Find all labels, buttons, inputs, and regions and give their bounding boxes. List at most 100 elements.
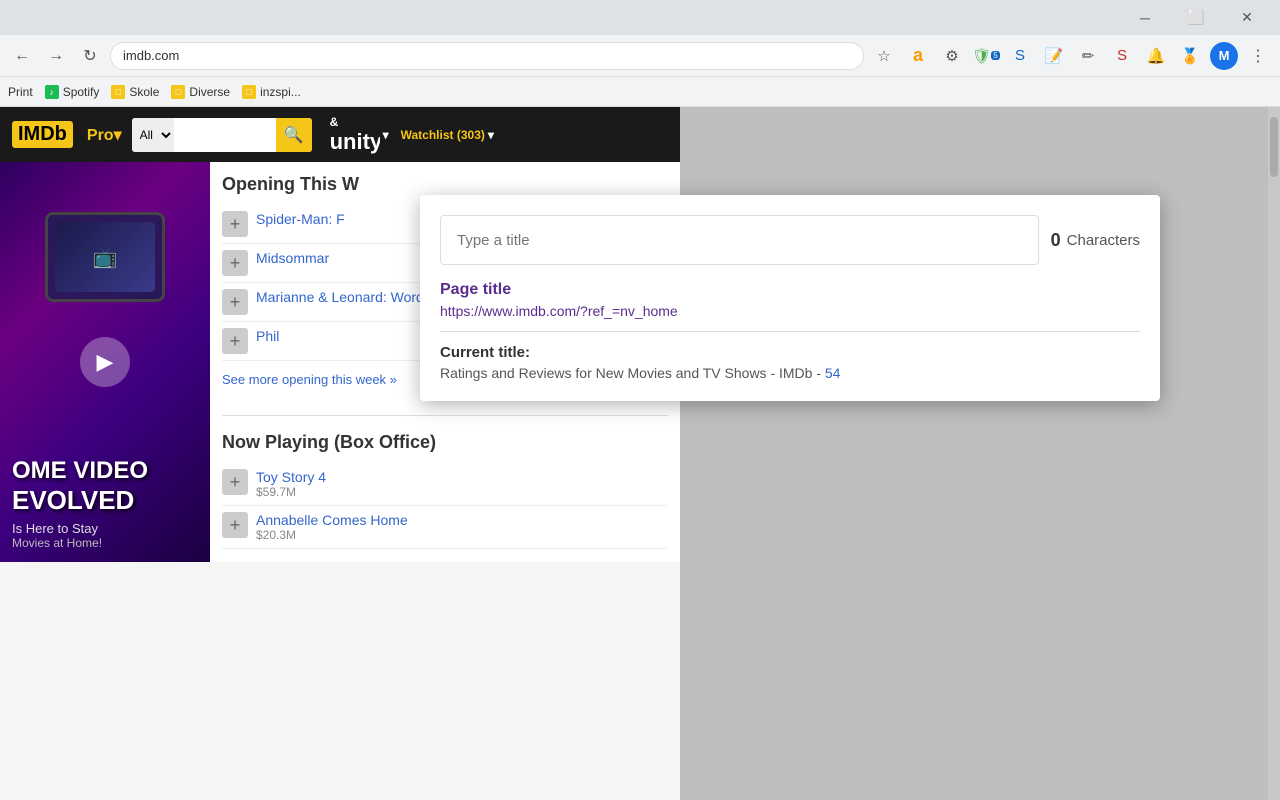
- imdb-header: IMDb Pro▾ All 🔍 &unity ▾: [0, 107, 680, 162]
- playing-info-0: Toy Story 4 $59.7M: [256, 469, 326, 499]
- imdb-search-select[interactable]: All: [132, 118, 174, 152]
- scrollbar[interactable]: [1268, 107, 1280, 800]
- page-title-section: Page title https://www.imdb.com/?ref_=nv…: [440, 281, 1140, 319]
- menu-button[interactable]: ⋮: [1244, 42, 1272, 70]
- watchlist-arrow: ▾: [488, 128, 494, 142]
- shield-extension-icon[interactable]: 🛡5: [972, 42, 1000, 70]
- playing-price-0: $59.7M: [256, 485, 326, 499]
- inzspi-icon: □: [242, 85, 256, 99]
- imdb-pro-text: Pro: [87, 127, 114, 144]
- hero-title-line2: EVOLVED: [12, 487, 198, 513]
- add-playing-btn-1[interactable]: +: [222, 512, 248, 538]
- playing-title-0[interactable]: Toy Story 4: [256, 469, 326, 485]
- tv-icon: 📺: [93, 245, 118, 270]
- hero-image: 📺 ▶ OME VIDEO EVOLVED Is Here to Stay Mo…: [0, 162, 210, 562]
- title-input[interactable]: [440, 215, 1039, 265]
- spotify-label: Spotify: [63, 85, 100, 99]
- inzspi-label: inzspi...: [260, 85, 301, 99]
- watchlist-label: Watchlist (303): [401, 128, 485, 142]
- imdb-community-nav[interactable]: &unity ▾: [330, 115, 389, 155]
- star-icon[interactable]: ☆: [870, 42, 898, 70]
- imdb-watchlist-nav[interactable]: Watchlist (303) ▾: [401, 128, 494, 142]
- skole-label: Skole: [129, 85, 159, 99]
- tv-container: 📺: [45, 192, 165, 317]
- movie-info-3: Phil: [256, 328, 279, 344]
- back-button[interactable]: ←: [8, 42, 36, 70]
- spotify-icon: ♪: [45, 85, 59, 99]
- current-title-char-count: 54: [825, 365, 841, 381]
- current-title-text: Ratings and Reviews for New Movies and T…: [440, 365, 825, 381]
- current-title-label: Current title:: [440, 344, 1140, 361]
- add-movie-btn-2[interactable]: +: [222, 289, 248, 315]
- add-movie-btn-3[interactable]: +: [222, 328, 248, 354]
- char-count-number: 0: [1051, 230, 1061, 251]
- user-avatar[interactable]: M: [1210, 42, 1238, 70]
- imdb-nav: &unity ▾ Watchlist (303) ▾: [330, 115, 494, 155]
- section-divider: [222, 415, 668, 416]
- diverse-label: Diverse: [189, 85, 230, 99]
- characters-label: Characters: [1067, 232, 1140, 249]
- pencil-extension-icon[interactable]: 📝: [1040, 42, 1068, 70]
- imdb-pro-label: Pro▾: [87, 125, 122, 145]
- imdb-search-bar[interactable]: All 🔍: [132, 118, 312, 152]
- address-bar[interactable]: imdb.com: [110, 42, 864, 70]
- movie-info-0: Spider-Man: F: [256, 211, 345, 227]
- skole-icon: □: [111, 85, 125, 99]
- current-title-value: Ratings and Reviews for New Movies and T…: [440, 365, 1140, 381]
- bell-extension-icon[interactable]: 🔔: [1142, 42, 1170, 70]
- page-url[interactable]: https://www.imdb.com/?ref_=nv_home: [440, 303, 1140, 319]
- page-title-label: Page title: [440, 281, 1140, 299]
- hero-title-line1: OME VIDEO: [12, 459, 198, 483]
- playing-item-1: + Annabelle Comes Home $20.3M: [222, 506, 668, 549]
- bookmark-diverse[interactable]: □ Diverse: [171, 85, 230, 99]
- playing-item-0: + Toy Story 4 $59.7M: [222, 463, 668, 506]
- edit-extension-icon[interactable]: ✏: [1074, 42, 1102, 70]
- print-label: Print: [8, 85, 33, 99]
- unity-text: unity: [330, 129, 380, 154]
- title-editor-popup: 0 Characters Page title https://www.imdb…: [420, 195, 1160, 401]
- scrollbar-thumb[interactable]: [1270, 117, 1278, 177]
- bookmarks-bar: Print ♪ Spotify □ Skole □ Diverse □ inzs…: [0, 77, 1280, 107]
- red-s-extension-icon[interactable]: S: [1108, 42, 1136, 70]
- close-button[interactable]: ✕: [1224, 0, 1270, 35]
- gear-icon[interactable]: ⚙: [938, 42, 966, 70]
- char-count-display: 0 Characters: [1051, 230, 1140, 251]
- now-playing-title: Now Playing (Box Office): [222, 432, 668, 453]
- add-playing-btn-0[interactable]: +: [222, 469, 248, 495]
- minimize-button[interactable]: ─: [1122, 0, 1168, 35]
- maximize-button[interactable]: ⬜: [1173, 0, 1219, 35]
- content-area: IMDb Pro▾ All 🔍 &unity ▾: [0, 107, 1280, 800]
- title-bar: ─ ⬜ ✕: [0, 0, 1280, 35]
- hero-sub1: Is Here to Stay: [12, 521, 198, 536]
- nav-arrow-0: ▾: [383, 128, 389, 142]
- nav-item-label-0: &unity: [330, 115, 380, 155]
- playing-price-1: $20.3M: [256, 528, 408, 542]
- hero-sub2: Movies at Home!: [12, 536, 198, 550]
- s-extension-icon[interactable]: S: [1006, 42, 1034, 70]
- add-movie-btn-0[interactable]: +: [222, 211, 248, 237]
- current-title-section: Current title: Ratings and Reviews for N…: [440, 344, 1140, 381]
- bookmark-skole[interactable]: □ Skole: [111, 85, 159, 99]
- input-row: 0 Characters: [440, 215, 1140, 265]
- movie-title-3[interactable]: Phil: [256, 328, 279, 344]
- add-movie-btn-1[interactable]: +: [222, 250, 248, 276]
- popup-divider: [440, 331, 1140, 332]
- medal-extension-icon[interactable]: 🏅: [1176, 42, 1204, 70]
- amazon-icon[interactable]: a: [904, 42, 932, 70]
- left-panel: 📺 ▶ OME VIDEO EVOLVED Is Here to Stay Mo…: [0, 162, 210, 562]
- playing-info-1: Annabelle Comes Home $20.3M: [256, 512, 408, 542]
- tv-screen: 📺: [55, 222, 155, 292]
- playing-title-1[interactable]: Annabelle Comes Home: [256, 512, 408, 528]
- play-button[interactable]: ▶: [80, 337, 130, 387]
- imdb-search-button[interactable]: 🔍: [276, 118, 312, 152]
- movie-title-0[interactable]: Spider-Man: F: [256, 211, 345, 227]
- reload-button[interactable]: ↻: [76, 42, 104, 70]
- bookmark-print[interactable]: Print: [8, 85, 33, 99]
- diverse-icon: □: [171, 85, 185, 99]
- bookmark-spotify[interactable]: ♪ Spotify: [45, 85, 100, 99]
- opening-section-title: Opening This W: [222, 174, 668, 195]
- imdb-logo: IMDb: [12, 121, 73, 148]
- bookmark-inzspi[interactable]: □ inzspi...: [242, 85, 301, 99]
- see-more-text: See more opening this week »: [222, 372, 397, 387]
- forward-button[interactable]: →: [42, 42, 70, 70]
